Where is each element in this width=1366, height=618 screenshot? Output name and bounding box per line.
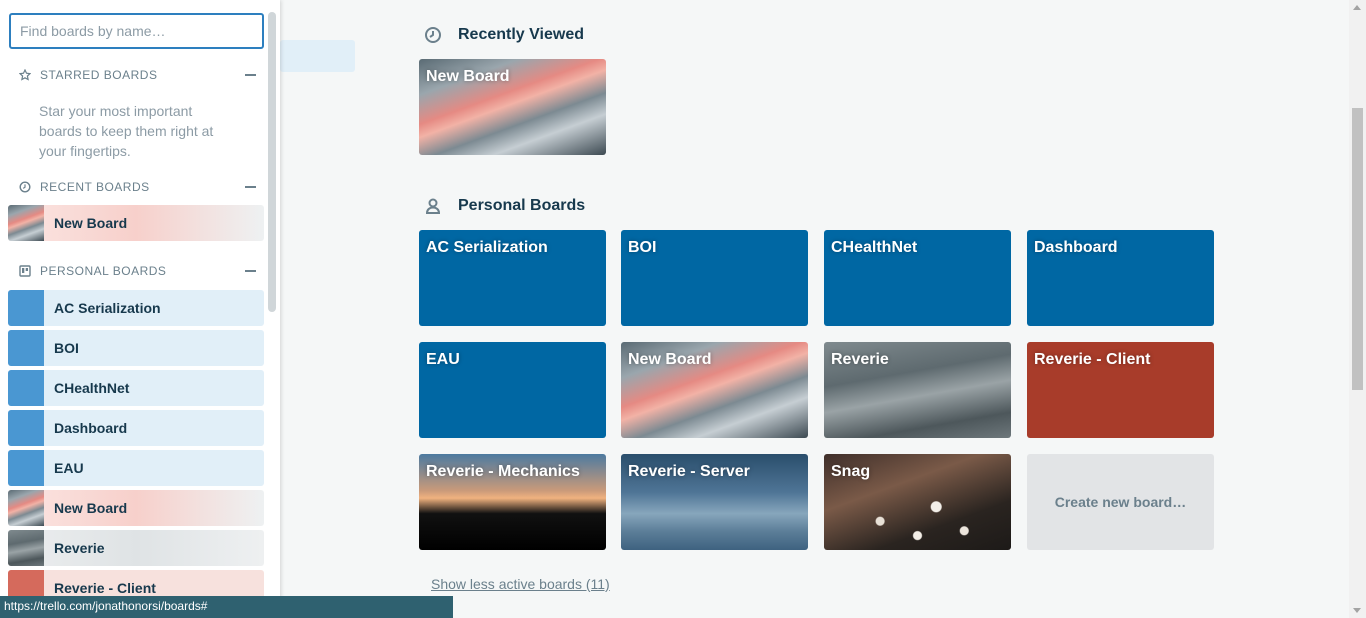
recently-viewed-heading: Recently Viewed	[424, 26, 584, 44]
board-label: EAU	[54, 460, 84, 476]
personal-boards-title: Personal Boards	[458, 197, 586, 214]
personal-board-item[interactable]: Reverie	[8, 530, 264, 566]
board-label: Reverie - Client	[54, 580, 156, 596]
board-tile[interactable]: AC Serialization	[419, 230, 606, 326]
collapse-personal-button[interactable]	[245, 270, 256, 272]
board-tile[interactable]: BOI	[621, 230, 808, 326]
create-board-label: Create new board…	[1054, 494, 1187, 510]
board-tile[interactable]: Reverie	[824, 342, 1011, 438]
board-label: New Board	[54, 215, 128, 231]
board-label: CHealthNet	[54, 380, 130, 396]
board-tile[interactable]: EAU	[419, 342, 606, 438]
board-title: AC Serialization	[426, 239, 548, 256]
board-tile[interactable]: Reverie - Mechanics	[419, 454, 606, 550]
starred-boards-heading: STARRED BOARDS	[19, 68, 256, 82]
board-label: BOI	[54, 340, 79, 356]
status-bar-url: https://trello.com/jonathonorsi/boards#	[0, 596, 453, 618]
board-title: New Board	[426, 68, 510, 85]
clock-icon	[425, 27, 441, 43]
main-scrollbar-thumb[interactable]	[1352, 108, 1363, 390]
personal-board-item[interactable]: Dashboard	[8, 410, 264, 446]
board-tile[interactable]: CHealthNet	[824, 230, 1011, 326]
board-tile[interactable]: Dashboard	[1027, 230, 1214, 326]
personal-board-item[interactable]: CHealthNet	[8, 370, 264, 406]
board-title: Reverie - Server	[628, 463, 750, 480]
board-title: Reverie	[831, 351, 889, 368]
personal-board-item[interactable]: BOI	[8, 330, 264, 366]
create-board-tile[interactable]: Create new board…	[1027, 454, 1214, 550]
board-label: Dashboard	[54, 420, 128, 436]
board-thumbnail	[8, 205, 44, 241]
board-title: New Board	[628, 351, 712, 368]
board-title: CHealthNet	[831, 239, 918, 256]
recent-boards-heading: RECENT BOARDS	[19, 180, 256, 194]
board-title: BOI	[628, 239, 657, 256]
scroll-down-arrow-icon[interactable]	[1353, 608, 1361, 613]
board-tile[interactable]: Snag	[824, 454, 1011, 550]
board-nav-highlight	[280, 40, 355, 72]
board-thumbnail	[8, 370, 44, 406]
board-tile[interactable]: Reverie - Client	[1027, 342, 1214, 438]
personal-boards-heading: Personal Boards	[424, 197, 585, 215]
drawer-scrollbar[interactable]	[268, 12, 276, 312]
person-icon	[425, 198, 441, 214]
recently-viewed-title: Recently Viewed	[458, 26, 584, 43]
board-thumbnail	[8, 450, 44, 486]
boards-drawer: STARRED BOARDS Star your most important …	[0, 0, 280, 618]
board-icon	[19, 265, 31, 277]
board-title: Dashboard	[1034, 239, 1118, 256]
starred-boards-label: STARRED BOARDS	[40, 68, 158, 82]
board-thumbnail	[8, 410, 44, 446]
main-scrollbar[interactable]	[1349, 0, 1366, 618]
board-tile[interactable]: Reverie - Server	[621, 454, 808, 550]
board-thumbnail	[8, 530, 44, 566]
board-title: Reverie - Mechanics	[426, 463, 580, 480]
board-title: EAU	[426, 351, 460, 368]
scroll-up-arrow-icon[interactable]	[1353, 5, 1361, 10]
board-thumbnail	[8, 330, 44, 366]
collapse-starred-button[interactable]	[245, 74, 256, 76]
board-thumbnail	[8, 490, 44, 526]
board-title: Snag	[831, 463, 871, 480]
personal-board-item[interactable]: EAU	[8, 450, 264, 486]
show-less-boards-link[interactable]: Show less active boards (11)	[431, 576, 610, 592]
collapse-recent-button[interactable]	[245, 186, 256, 188]
board-label: Reverie	[54, 540, 105, 556]
board-label: New Board	[54, 500, 128, 516]
clock-icon	[19, 181, 31, 193]
board-title: Reverie - Client	[1034, 351, 1151, 368]
personal-board-item[interactable]: New Board	[8, 490, 264, 526]
star-icon	[19, 69, 31, 81]
recent-boards-label: RECENT BOARDS	[40, 180, 150, 194]
board-thumbnail	[8, 290, 44, 326]
personal-board-item[interactable]: AC Serialization	[8, 290, 264, 326]
personal-boards-label: PERSONAL BOARDS	[40, 264, 167, 278]
recent-board-tile[interactable]: New Board	[419, 59, 606, 155]
personal-boards-drawer-heading: PERSONAL BOARDS	[19, 264, 256, 278]
find-boards-input[interactable]	[9, 13, 264, 49]
starred-hint: Star your most important boards to keep …	[39, 103, 214, 159]
board-tile[interactable]: New Board	[621, 342, 808, 438]
board-label: AC Serialization	[54, 300, 161, 316]
recent-board-item[interactable]: New Board	[8, 205, 264, 241]
